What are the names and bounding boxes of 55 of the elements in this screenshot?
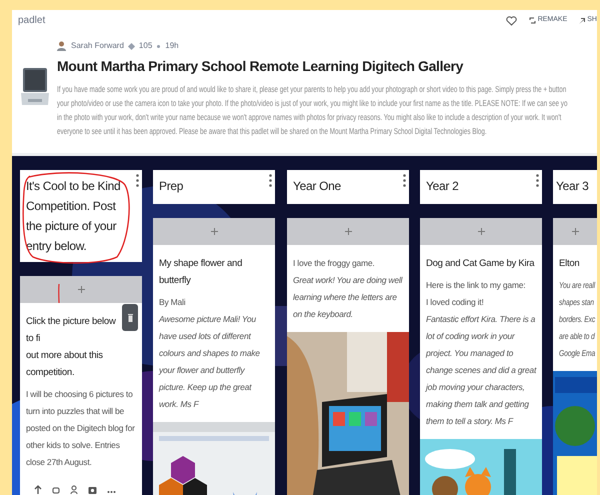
- column-title: Year One: [293, 178, 342, 195]
- more-vertical-icon[interactable]: [269, 174, 272, 187]
- avatar-icon: [57, 41, 66, 51]
- post-card[interactable]: I love the froggy game. Great work! You are doing well learning where the letters are on the keyboard.: [287, 245, 409, 495]
- plus-icon: [78, 286, 84, 293]
- column-title: Year 3: [556, 178, 590, 195]
- post-card[interactable]: [20, 303, 142, 495]
- column-title: Prep: [159, 178, 184, 195]
- trash-icon: [128, 314, 132, 322]
- post-text: By Mali: [159, 296, 186, 309]
- post-text-line: You are reall: [559, 279, 595, 292]
- delete-button[interactable]: [122, 304, 138, 331]
- like-count: 105: [138, 40, 152, 52]
- post-text: I love the froggy game.: [293, 257, 376, 270]
- post-title: My shape flower and butterfly: [159, 257, 244, 288]
- post-text: Fantastic effort Kira. There is a lot of coding work in your project. You managed to change scenes and did a great job moving your characters, making them talk and getting them to tell a story. Ms F: [426, 313, 538, 428]
- more-vertical-icon[interactable]: [136, 174, 139, 187]
- post-text: I will be choosing 6 pictures to turn into puzzles that will be posted on the Digitech blog for other kids to solve. Entries close 27th August.: [26, 388, 136, 469]
- post-text: Awesome picture Mali! You have used lots of different colours and shapes to make your flower and butterfly picture. Keep up the great work. Ms F: [159, 313, 261, 411]
- plus-icon: [210, 228, 218, 235]
- remake-icon: [528, 17, 536, 24]
- description-line: everyone to see until it has been approved. Please be aware that this padlet will be shared on the Mount Martha Primary School Digital Technologies Blog.: [57, 125, 487, 138]
- description-line: your photo/video or use the camera icon to take your photo. If the photo/video is just of your work, you might like to include your first name as the title. PLEASE NOTE: If we can see yo: [57, 97, 568, 110]
- person-icon[interactable]: [70, 485, 78, 494]
- post-card[interactable]: Elton You are reall shapes stan borders. Exc are able to d Google Ema: [553, 245, 597, 495]
- post-text: I loved coding it!: [426, 296, 485, 309]
- post-text: Here is the link to my game:: [426, 279, 526, 292]
- description-line: If you have made some work you are proud of and would like to share it, please get your parents to help you add your photograph or short video to this page. Simply press the + button: [57, 83, 566, 96]
- plus-icon: [478, 228, 484, 235]
- camera-icon[interactable]: [88, 485, 97, 494]
- board-title: Mount Martha Primary School Remote Learning Digitech Gallery: [57, 57, 464, 75]
- post-text-line: shapes stan: [559, 296, 594, 309]
- column-title: Year 2: [426, 178, 460, 195]
- description-line: in the photo with your work, don't write your name because we won't approve names with photos for privacy reasons. You might also like to include a description of your work. It won't: [57, 111, 562, 124]
- plus-icon: [572, 228, 578, 235]
- share-icon: [579, 18, 586, 24]
- author-name[interactable]: Sarah Forward: [71, 40, 124, 52]
- heart-icon[interactable]: [506, 16, 517, 26]
- post-card[interactable]: [420, 245, 542, 495]
- more-vertical-icon[interactable]: [536, 174, 539, 187]
- post-age: 19h: [165, 40, 179, 52]
- post-text-line: are able to d: [559, 330, 595, 343]
- post-text-line: borders. Exc: [559, 313, 596, 326]
- post-text: Great work! You are doing well learning where the letters are on the keyboard.: [293, 274, 404, 321]
- post-title: Dog and Cat Game by Kira: [426, 257, 536, 271]
- post-card[interactable]: My shape flower and butterfly By Mali Awesome picture Mali! You have used lots of different colours and shapes to make your flower and butterfly picture. Keep up the great work. Ms F: [153, 245, 275, 495]
- app-logo[interactable]: padlet: [18, 13, 46, 28]
- upload-icon[interactable]: [34, 485, 42, 494]
- post-text-line: Google Ema: [559, 347, 596, 360]
- plus-icon: [344, 228, 352, 235]
- laptop-icon: [20, 66, 50, 106]
- post-title: Elton: [559, 257, 580, 271]
- post-title: out more about this competition.: [26, 349, 104, 380]
- more-vertical-icon[interactable]: [403, 174, 406, 187]
- column-title: It's Cool to be Kind Competition. Post the picture of your entry below.: [26, 178, 122, 255]
